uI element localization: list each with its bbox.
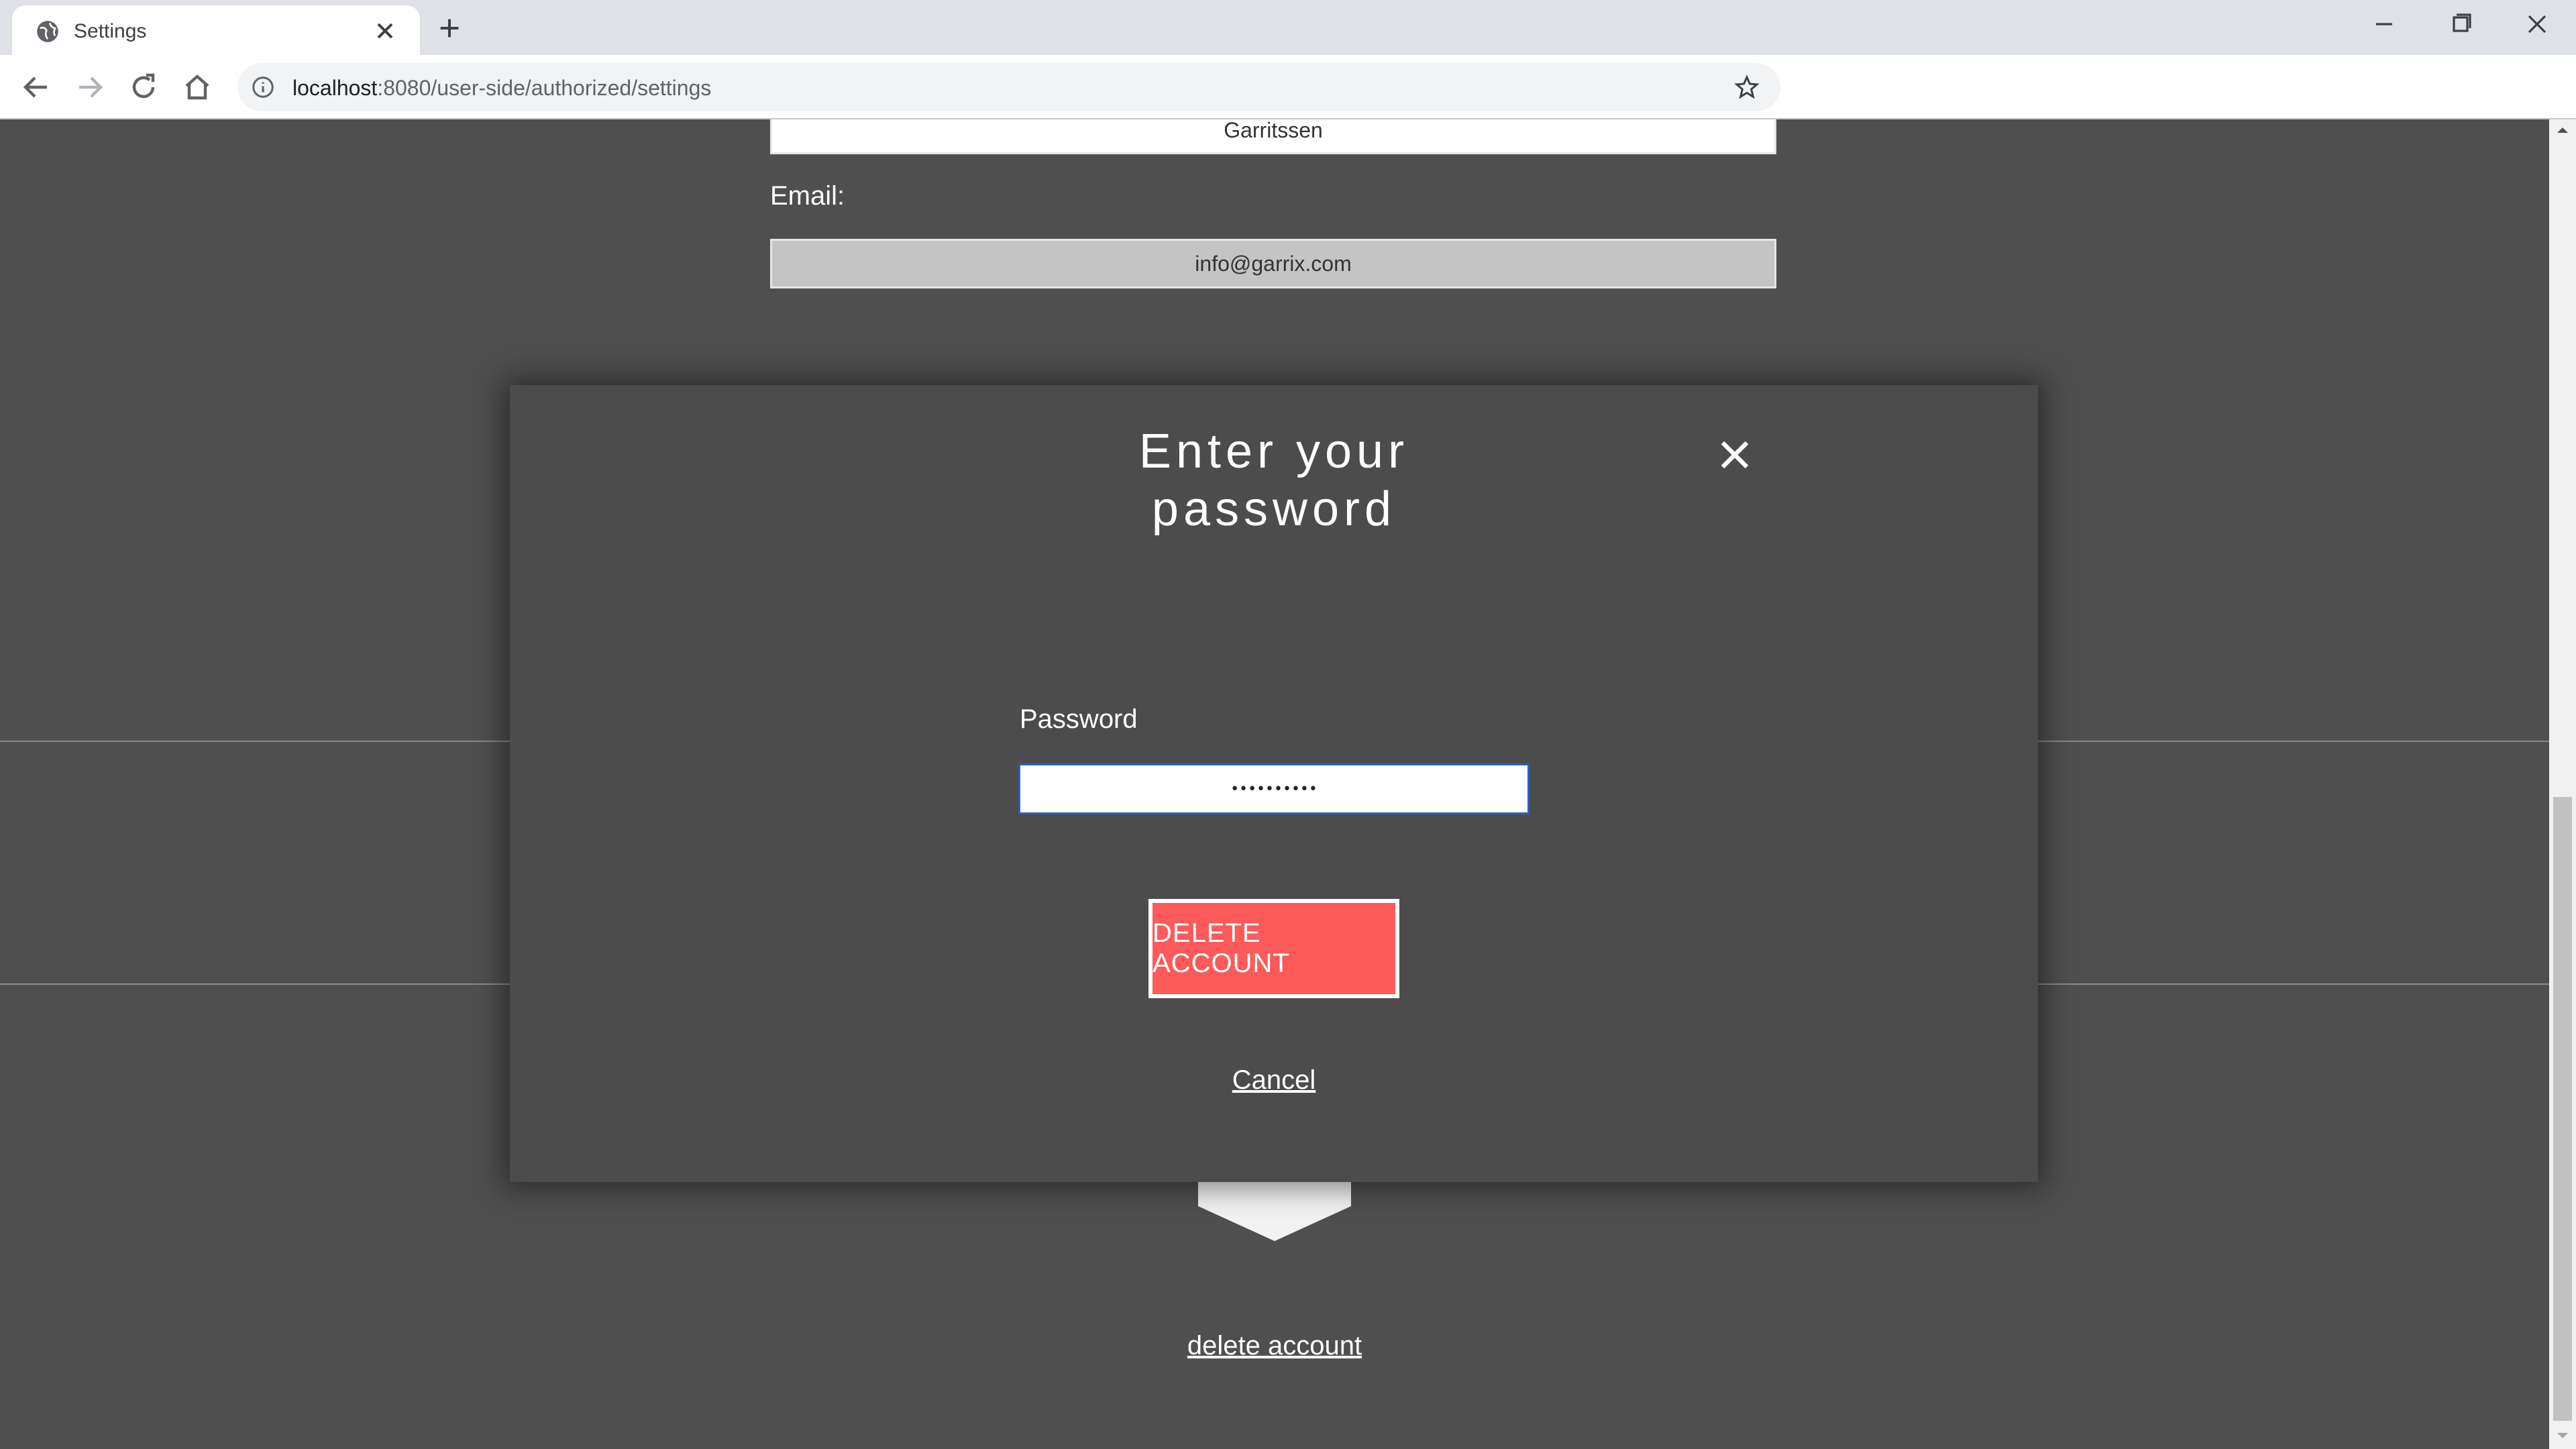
cancel-link[interactable]: Cancel [1232,1065,1316,1095]
email-field: info@garrix.com [770,239,1776,288]
modal-title-line-2: password [1151,482,1397,536]
restore-icon[interactable] [2440,9,2481,39]
url-text: localhost:8080/user-side/authorized/sett… [292,76,711,101]
browser-toolbar: localhost:8080/user-side/authorized/sett… [0,55,2576,160]
close-icon[interactable] [1719,439,1751,471]
modal-title-line-1: Enter your [1138,425,1409,478]
password-label: Password [1020,704,1138,734]
tab-settings[interactable]: Settings [12,5,420,55]
scroll-down-arrow-icon[interactable] [2556,1429,2569,1442]
globe-icon [37,21,58,42]
password-input[interactable] [1018,763,1529,814]
tab-strip: Settings [0,0,2576,55]
url-path: :8080/user-side/authorized/settings [377,76,712,100]
info-icon[interactable] [251,75,275,99]
new-tab-icon[interactable] [436,15,463,42]
page-scrollbar[interactable] [2549,119,2576,1449]
url-host: localhost [292,76,378,100]
modal-title: Enter your password [510,423,2038,538]
password-confirm-modal: Enter your password Password DELETE ACCO… [510,385,2038,1182]
email-label: Email: [770,181,845,211]
delete-account-link-text[interactable]: delete account [1187,1331,1362,1360]
scroll-thumb[interactable] [2553,797,2572,1421]
delete-account-link[interactable]: delete account [0,1331,2549,1361]
bookmark-star-icon[interactable] [1733,74,1760,101]
home-icon[interactable] [181,71,213,103]
window-close-icon[interactable] [2517,9,2557,39]
scroll-up-arrow-icon[interactable] [2556,123,2569,137]
delete-account-button[interactable]: DELETE ACCOUNT [1148,899,1399,998]
address-bar[interactable]: localhost:8080/user-side/authorized/sett… [237,63,1780,111]
back-icon[interactable] [20,71,52,103]
close-tab-icon[interactable] [372,17,398,44]
tab-title: Settings [74,20,147,42]
last-name-field[interactable]: Garritssen [770,119,1776,154]
reload-icon[interactable] [127,71,160,103]
forward-icon[interactable] [74,71,106,103]
minimize-icon[interactable] [2364,9,2404,39]
cancel-link-wrapper: Cancel [510,1065,2038,1095]
